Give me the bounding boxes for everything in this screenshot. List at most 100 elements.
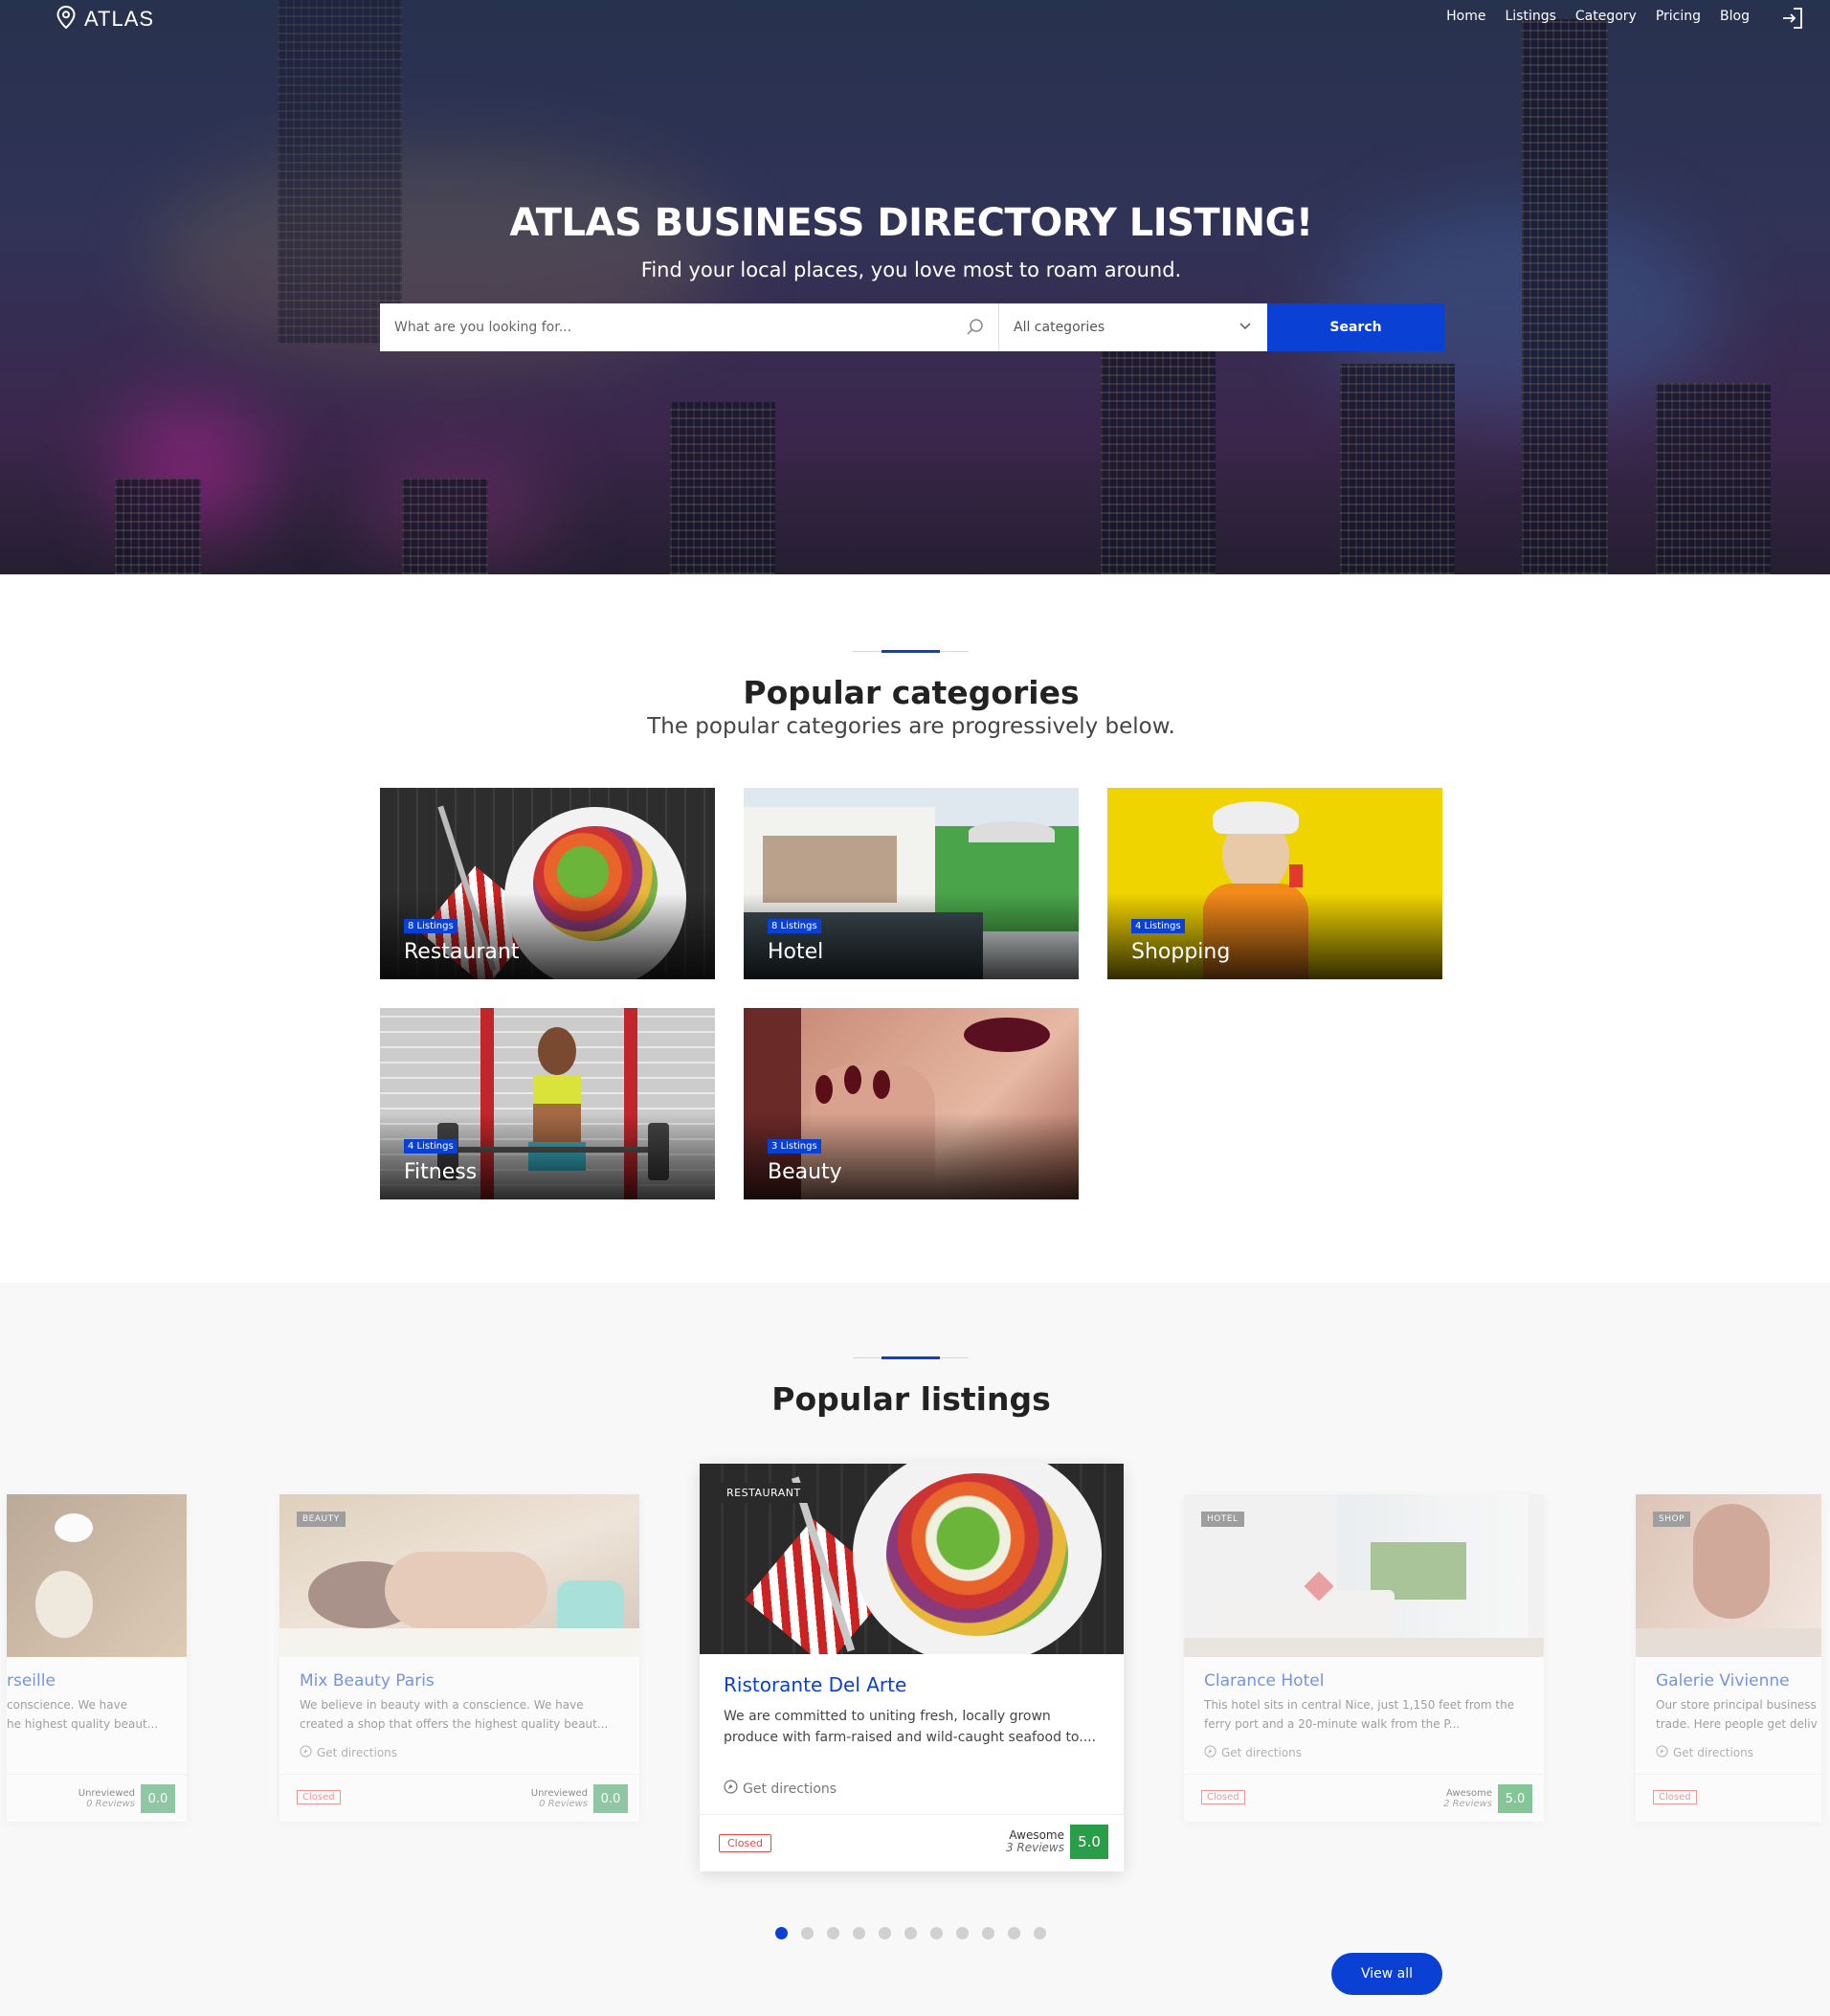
search-button[interactable]: Search: [1267, 303, 1444, 351]
carousel-dot[interactable]: [904, 1927, 917, 1939]
category-count-badge: 4 Listings: [1131, 919, 1185, 933]
listing-description: We believe in beauty with a conscience. …: [300, 1698, 609, 1731]
rating-label: Awesome: [1446, 1788, 1492, 1799]
top-nav: ATLAS Home Listings Category Pricing Blo…: [0, 0, 1830, 38]
carousel-pagination: [775, 1927, 1046, 1939]
get-directions-label: Get directions: [317, 1746, 398, 1759]
get-directions-link[interactable]: Get directions: [1204, 1745, 1302, 1760]
carousel-dot[interactable]: [982, 1927, 994, 1939]
rating-label: Unreviewed: [78, 1788, 135, 1799]
compass-icon: [1656, 1745, 1668, 1760]
rating-score: 0.0: [593, 1784, 628, 1813]
rating: Awesome 3 Reviews 5.0: [1006, 1825, 1108, 1859]
listing-card-featured[interactable]: RESTAURANT Ristorante Del Arte We are co…: [700, 1464, 1124, 1871]
listing-title[interactable]: Mix Beauty Paris: [300, 1671, 435, 1691]
carousel-dot[interactable]: [827, 1927, 839, 1939]
rating: Unreviewed 0 Reviews 0.0: [531, 1784, 628, 1813]
categories-title: Popular categories: [743, 674, 1080, 711]
listing-title[interactable]: Ristorante Del Arte: [724, 1673, 906, 1696]
category-card-fitness[interactable]: 4 Listings Fitness: [380, 1008, 715, 1199]
brand-name: ATLAS: [84, 7, 155, 31]
popular-categories-section: Popular categories The popular categorie…: [0, 574, 1830, 1283]
view-all-button[interactable]: View all: [1331, 1953, 1442, 1995]
sign-in-icon[interactable]: [1780, 6, 1805, 34]
nav-links: Home Listings Category Pricing Blog: [1446, 9, 1750, 24]
listing-card[interactable]: BEAUTY Mix Beauty Paris We believe in be…: [279, 1494, 639, 1822]
get-directions-link[interactable]: Get directions: [300, 1745, 397, 1760]
category-name: Restaurant: [404, 940, 520, 964]
listing-card[interactable]: HOTEL Clarance Hotel This hotel sits in …: [1184, 1494, 1544, 1822]
get-directions-link[interactable]: Get directions: [1656, 1745, 1753, 1760]
listing-footer: Unreviewed 0 Reviews 0.0: [7, 1774, 187, 1822]
rating: Awesome 2 Reviews 5.0: [1443, 1784, 1532, 1813]
carousel-dot[interactable]: [879, 1927, 891, 1939]
category-card-restaurant[interactable]: 8 Listings Restaurant: [380, 788, 715, 979]
category-card-hotel[interactable]: 8 Listings Hotel: [744, 788, 1079, 979]
nav-listings[interactable]: Listings: [1505, 9, 1555, 24]
status-badge: Closed: [297, 1790, 341, 1804]
review-count: 0 Reviews: [86, 1799, 135, 1809]
search-icon: [966, 318, 985, 341]
category-name: Shopping: [1131, 940, 1231, 964]
compass-icon: [300, 1745, 312, 1760]
listing-description: This hotel sits in central Nice, just 1,…: [1204, 1698, 1515, 1731]
status-badge: Closed: [719, 1834, 771, 1852]
carousel-dot[interactable]: [801, 1927, 814, 1939]
rating-label: Awesome: [1009, 1827, 1064, 1842]
category-name: Fitness: [404, 1160, 478, 1184]
listing-title[interactable]: Clarance Hotel: [1204, 1671, 1324, 1691]
nav-pricing[interactable]: Pricing: [1656, 9, 1701, 24]
hero-title: ATLAS BUSINESS DIRECTORY LISTING!: [509, 201, 1313, 245]
carousel-dot[interactable]: [1008, 1927, 1020, 1939]
listing-type-badge: SHOP: [1653, 1512, 1690, 1527]
listing-footer: Closed Awesome 3 Reviews 5.0: [700, 1814, 1124, 1871]
category-card-shopping[interactable]: 4 Listings Shopping: [1107, 788, 1442, 979]
compass-icon: [724, 1780, 738, 1798]
listing-card[interactable]: SHOP Galerie Vivienne Our store principa…: [1636, 1494, 1821, 1822]
get-directions-link[interactable]: Get directions: [724, 1780, 837, 1798]
get-directions-label: Get directions: [1673, 1746, 1754, 1759]
search-input[interactable]: [380, 303, 998, 351]
review-count: 0 Reviews: [539, 1799, 588, 1809]
category-count-badge: 3 Listings: [768, 1139, 821, 1154]
rating-label: Unreviewed: [530, 1788, 588, 1799]
nav-category[interactable]: Category: [1575, 9, 1637, 24]
map-pin-icon: [56, 5, 77, 33]
listing-card[interactable]: rseille conscience. We have he highest q…: [7, 1494, 187, 1822]
category-select[interactable]: All categories: [999, 303, 1267, 351]
category-select-value: All categories: [1014, 320, 1105, 335]
status-badge: Closed: [1201, 1790, 1245, 1804]
rating-score: 5.0: [1498, 1784, 1532, 1813]
rating: Unreviewed 0 Reviews 0.0: [78, 1784, 175, 1813]
rating-score: 5.0: [1070, 1825, 1108, 1859]
listing-title[interactable]: rseille: [7, 1671, 56, 1691]
nav-blog[interactable]: Blog: [1720, 9, 1750, 24]
status-badge: Closed: [1653, 1790, 1697, 1804]
carousel-dot[interactable]: [775, 1927, 788, 1939]
hero-banner: ATLAS Home Listings Category Pricing Blo…: [0, 0, 1830, 574]
carousel-dot[interactable]: [853, 1927, 865, 1939]
listing-footer: Closed Unreviewed 0 Reviews 0.0: [279, 1774, 639, 1822]
carousel-dot[interactable]: [930, 1927, 943, 1939]
review-count: 3 Reviews: [1005, 1841, 1064, 1854]
rating-score: 0.0: [141, 1784, 175, 1813]
listing-description: Our store principal business trade. Here…: [1656, 1698, 1818, 1731]
listing-title[interactable]: Galerie Vivienne: [1656, 1671, 1790, 1691]
listing-footer: Closed: [1636, 1774, 1821, 1822]
category-card-beauty[interactable]: 3 Listings Beauty: [744, 1008, 1079, 1199]
listing-type-badge: BEAUTY: [297, 1512, 346, 1527]
category-count-badge: 8 Listings: [768, 919, 821, 933]
carousel-dot[interactable]: [1034, 1927, 1046, 1939]
section-divider: [853, 650, 969, 653]
compass-icon: [1204, 1745, 1216, 1760]
logo[interactable]: ATLAS: [56, 5, 155, 33]
get-directions-label: Get directions: [1221, 1746, 1303, 1759]
category-count-badge: 8 Listings: [404, 919, 458, 933]
hero-subtitle: Find your local places, you love most to…: [640, 258, 1182, 281]
category-count-badge: 4 Listings: [404, 1139, 458, 1154]
categories-subtitle: The popular categories are progressively…: [647, 714, 1175, 739]
nav-home[interactable]: Home: [1446, 9, 1485, 24]
listing-description: We are committed to uniting fresh, local…: [724, 1709, 1097, 1745]
carousel-dot[interactable]: [956, 1927, 969, 1939]
get-directions-label: Get directions: [743, 1781, 837, 1797]
